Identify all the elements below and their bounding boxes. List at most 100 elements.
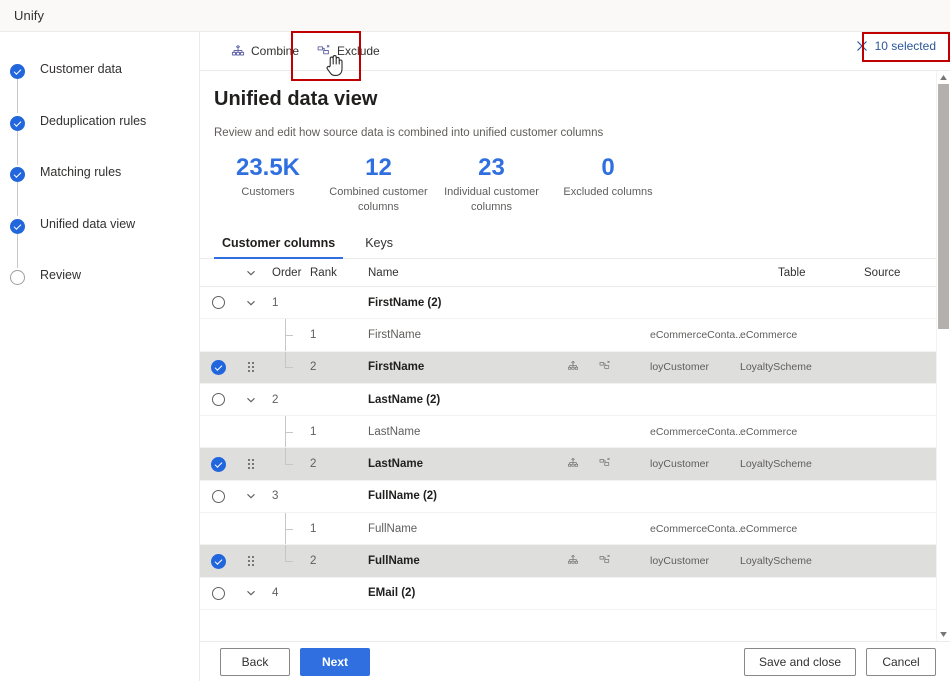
sidebar-step-customer-data[interactable]: Customer data: [10, 62, 199, 114]
exclude-button[interactable]: Exclude: [308, 35, 389, 67]
table-group-row[interactable]: 3 FullName (2): [200, 481, 950, 514]
group-expand-toggle[interactable]: [236, 588, 266, 598]
combine-icon: [231, 44, 245, 58]
page-title: Unified data view: [214, 88, 378, 110]
row-table: loyCustomer: [650, 555, 709, 568]
table-group-row[interactable]: 4 EMail (2): [200, 578, 950, 610]
step-connector: [17, 79, 18, 113]
stat-label: Individual customer columns: [444, 186, 539, 213]
group-order: 1: [272, 296, 279, 309]
stat-value: 12: [365, 154, 392, 181]
tab-keys[interactable]: Keys: [357, 230, 401, 258]
group-select-checkbox[interactable]: [200, 393, 236, 407]
step-complete-icon: [10, 64, 25, 79]
table-row[interactable]: 1 FirstName eCommerceConta... eCommerce: [200, 319, 950, 352]
stat-value: 23.5K: [235, 154, 301, 181]
stat-card: 12 Combined customer columns: [322, 155, 435, 215]
page-subtitle: Review and edit how source data is combi…: [214, 127, 604, 139]
stat-card: 0 Excluded columns: [548, 155, 668, 215]
mouse-cursor-pointer: [324, 54, 344, 78]
row-rank: 1: [310, 425, 317, 438]
scrollbar-track[interactable]: [938, 84, 949, 628]
content-scrollbar[interactable]: [936, 71, 950, 641]
step-complete-icon: [10, 218, 25, 234]
row-name: LastName: [368, 425, 421, 438]
cancel-button[interactable]: Cancel: [866, 647, 936, 676]
sidebar-step-deduplication-rules[interactable]: Deduplication rules: [10, 114, 199, 166]
row-exclude-icon[interactable]: [599, 360, 611, 375]
scrollbar-thumb[interactable]: [938, 84, 949, 329]
back-button[interactable]: Back: [220, 647, 290, 676]
close-icon: [856, 40, 868, 52]
checked-circle-icon: [210, 456, 226, 472]
step-connector: [17, 182, 18, 216]
row-combine-icon[interactable]: [567, 360, 579, 375]
sidebar-step-label: Unified data view: [40, 216, 136, 231]
table-body: 1 FirstName (2) 1 FirstName eCommerceConta..…: [200, 287, 950, 610]
group-expand-toggle[interactable]: [236, 491, 266, 501]
tab-customer-columns[interactable]: Customer columns: [214, 230, 344, 259]
step-connector: [17, 130, 18, 165]
expand-all-toggle[interactable]: [236, 268, 266, 278]
row-select-checkbox[interactable]: [200, 553, 236, 569]
row-combine-icon[interactable]: [567, 457, 579, 472]
scroll-down-arrow[interactable]: [937, 628, 950, 641]
unchecked-circle-icon: [211, 489, 225, 503]
group-expand-toggle[interactable]: [236, 395, 266, 405]
header-order[interactable]: Order: [266, 267, 306, 279]
wizard-footer: Back Next Save and close Cancel: [200, 641, 950, 681]
row-combine-icon[interactable]: [567, 554, 579, 569]
group-name: LastName (2): [368, 393, 441, 406]
sidebar-step-unified-data-view[interactable]: Unified data view: [10, 217, 199, 269]
header-rank[interactable]: Rank: [306, 267, 350, 279]
row-actions: [550, 554, 650, 569]
table-group-row[interactable]: 1 FirstName (2): [200, 287, 950, 320]
row-rank: 2: [310, 458, 317, 471]
table-row[interactable]: 1 FullName eCommerceConta... eCommerce: [200, 513, 950, 546]
group-name: FirstName (2): [368, 296, 442, 309]
footer-right-actions: Save and close Cancel: [743, 647, 936, 676]
group-expand-toggle[interactable]: [236, 298, 266, 308]
group-select-checkbox[interactable]: [200, 296, 236, 310]
table-group-row[interactable]: 2 LastName (2): [200, 384, 950, 417]
row-rank: 1: [310, 522, 317, 535]
row-rank: 2: [310, 361, 317, 374]
row-select-checkbox[interactable]: [200, 456, 236, 472]
row-select-checkbox[interactable]: [200, 359, 236, 375]
stat-value: 23: [478, 154, 505, 181]
header-name[interactable]: Name: [350, 267, 550, 279]
stats-summary: 23.5K Customers 12 Combined customer column…: [200, 139, 950, 215]
header-table[interactable]: Table: [778, 267, 868, 279]
row-drag-handle[interactable]: [236, 556, 266, 567]
table-row[interactable]: 2 LastName loyCustomer LoyaltyScheme: [200, 448, 950, 481]
tree-connector: [285, 416, 297, 448]
table-row[interactable]: 2 FullName loyCustomer LoyaltyScheme: [200, 545, 950, 578]
wizard-sidebar: Customer data Deduplication rules Matching…: [0, 32, 200, 681]
row-exclude-icon[interactable]: [599, 457, 611, 472]
group-select-checkbox[interactable]: [200, 489, 236, 503]
save-and-close-button[interactable]: Save and close: [743, 647, 856, 676]
table-row[interactable]: 1 LastName eCommerceConta... eCommerce: [200, 416, 950, 449]
selection-status[interactable]: 10 selected: [848, 35, 944, 57]
row-source: eCommerce: [740, 522, 798, 535]
app-title: Unify: [14, 8, 45, 23]
row-drag-handle[interactable]: [236, 362, 266, 373]
sidebar-step-label: Customer data: [40, 62, 122, 76]
combine-button[interactable]: Combine: [222, 35, 308, 67]
row-exclude-icon[interactable]: [599, 554, 611, 569]
row-drag-handle[interactable]: [236, 459, 266, 470]
sidebar-step-review[interactable]: Review: [10, 268, 199, 320]
unify-wizard-window: Unify Customer data Deduplication rules Ma…: [0, 0, 950, 681]
next-button[interactable]: Next: [300, 647, 370, 676]
sidebar-step-matching-rules[interactable]: Matching rules: [10, 165, 199, 217]
tree-connector: [285, 351, 297, 383]
table-row[interactable]: 2 FirstName loyCustomer LoyaltyScheme: [200, 351, 950, 384]
group-select-checkbox[interactable]: [200, 586, 236, 600]
group-name: EMail (2): [368, 587, 416, 600]
tree-connector: [285, 545, 297, 576]
stat-card: 23 Individual customer columns: [435, 155, 548, 215]
customer-columns-table: Order Rank Name Table Source 1 FirstName …: [200, 259, 950, 610]
scroll-up-arrow[interactable]: [937, 71, 950, 84]
group-order: 2: [272, 393, 279, 406]
tree-connector: [285, 319, 297, 351]
